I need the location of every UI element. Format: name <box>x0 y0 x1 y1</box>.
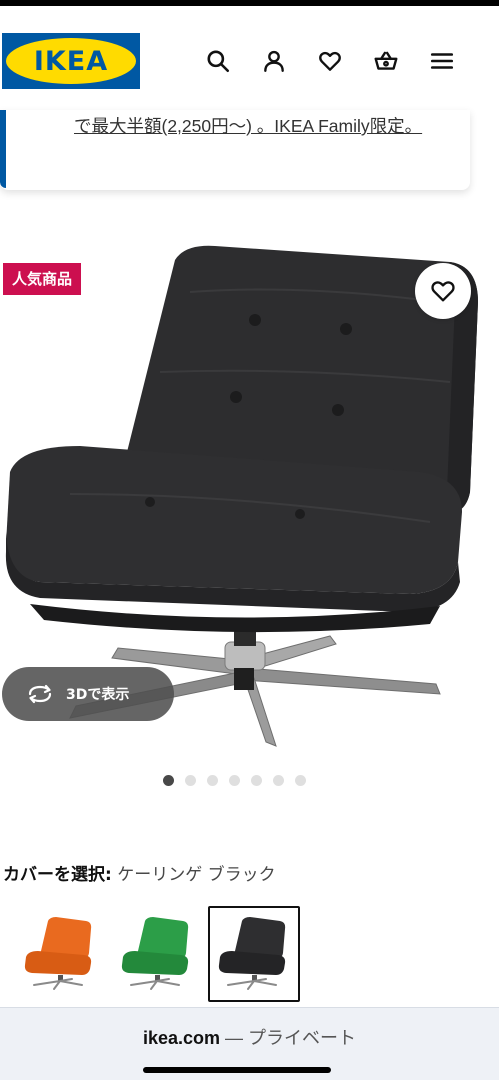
ikea-logo[interactable]: IKEA <box>2 33 140 89</box>
cover-label-title: カバーを選択: <box>3 865 112 885</box>
heart-outline-icon <box>431 281 455 302</box>
browser-address-bar[interactable]: ikea.com — プライベート <box>0 1007 499 1080</box>
pagination-dot[interactable] <box>273 775 284 786</box>
add-to-favorites-button[interactable] <box>415 263 471 319</box>
promo-banner: で最大半額(2,250円〜) 。IKEA Family限定。 <box>0 110 470 190</box>
cover-swatches <box>14 906 300 1002</box>
pagination-dot[interactable] <box>207 775 218 786</box>
view-in-3d-button[interactable]: 3Dで表示 <box>2 667 174 721</box>
heart-icon[interactable] <box>313 44 347 78</box>
site-header: IKEA <box>0 6 499 110</box>
url-display[interactable]: ikea.com — プライベート <box>0 1024 499 1050</box>
url-separator: — <box>225 1028 244 1048</box>
home-indicator[interactable] <box>143 1067 331 1073</box>
chair-thumbnail <box>218 917 286 990</box>
pagination-dot[interactable] <box>251 775 262 786</box>
chair-thumbnail <box>24 917 92 990</box>
cover-selected-value: ケーリンゲ ブラック <box>117 865 276 885</box>
cover-selection-label: カバーを選択: ケーリンゲ ブラック <box>3 860 276 885</box>
view-in-3d-label: 3Dで表示 <box>66 687 130 703</box>
pagination-dot[interactable] <box>229 775 240 786</box>
promo-link[interactable]: で最大半額(2,250円〜) 。IKEA Family限定。 <box>74 112 454 140</box>
logo-text: IKEA <box>33 45 109 77</box>
search-icon[interactable] <box>201 44 235 78</box>
browsing-mode: プライベート <box>248 1028 357 1048</box>
cover-option-orange[interactable] <box>14 906 106 1002</box>
url-domain: ikea.com <box>142 1028 220 1048</box>
basket-icon[interactable] <box>369 44 403 78</box>
pagination-dot[interactable] <box>295 775 306 786</box>
popular-badge: 人気商品 <box>3 263 82 295</box>
user-icon[interactable] <box>257 44 291 78</box>
promo-accent-bar <box>0 110 6 188</box>
cover-option-green[interactable] <box>111 906 203 1002</box>
menu-icon[interactable] <box>425 44 459 78</box>
logo-oval: IKEA <box>6 38 136 84</box>
chair-thumbnail <box>121 917 189 990</box>
gallery-pagination <box>163 775 306 786</box>
rotate-3d-icon <box>28 684 52 704</box>
pagination-dot[interactable] <box>163 775 174 786</box>
pagination-dot[interactable] <box>185 775 196 786</box>
cover-option-black[interactable] <box>208 906 300 1002</box>
